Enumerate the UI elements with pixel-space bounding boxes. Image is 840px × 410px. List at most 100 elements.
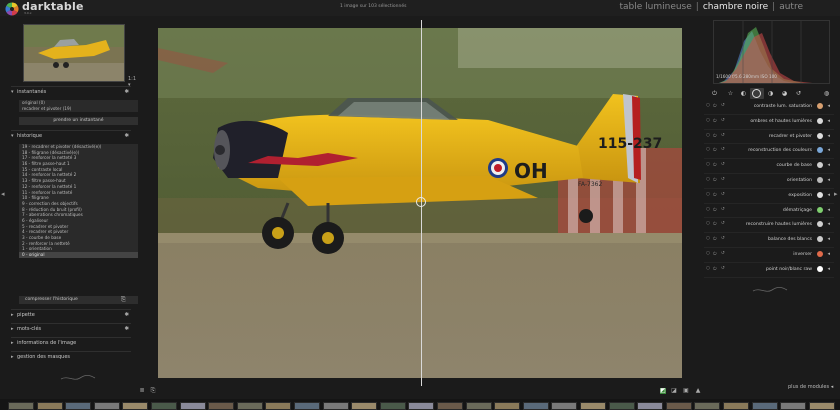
filmstrip-thumbnail[interactable] [379,402,406,410]
module-row[interactable]: ○ ⏻ ↺ exposition ◂ [704,189,834,204]
image-info-header[interactable]: ▸ informations de l'image [11,340,131,349]
module-power-icon[interactable]: ⏻ [713,162,717,168]
gamut-check-icon[interactable]: ◪ [671,388,677,394]
filmstrip-thumbnail[interactable] [294,402,320,410]
module-row[interactable]: ○ ⏻ ↺ recadrer et pivoter ◂ [704,130,834,145]
filmstrip-thumbnail[interactable] [36,402,63,410]
filmstrip-thumbnail[interactable] [236,402,263,410]
styles-icon[interactable]: ⎘ [150,388,156,394]
color-group-icon[interactable]: ◑ [766,89,775,98]
module-instance-icon[interactable]: ○ [706,118,710,123]
module-instance-icon[interactable]: ○ [706,236,710,241]
filmstrip-thumbnail[interactable] [665,402,692,410]
module-reset-icon[interactable]: ↺ [721,133,725,138]
filmstrip-thumbnail[interactable] [522,402,549,410]
filmstrip-thumbnail[interactable] [151,402,177,410]
module-reset-icon[interactable]: ↺ [721,207,725,212]
filmstrip-thumbnail[interactable] [637,402,664,410]
module-row[interactable]: ○ ⏻ ↺ dématriçage ◂ [704,204,834,219]
history-header[interactable]: ▾ historique ✱ [11,133,131,142]
tone-group-icon[interactable] [752,89,761,98]
collapse-right-panel-icon[interactable]: ▸ [834,190,838,198]
tagging-reset-icon[interactable]: ✱ [124,326,129,332]
module-power-icon[interactable]: ⏻ [713,207,717,213]
filmstrip[interactable] [0,399,840,410]
tagging-header[interactable]: ▸ mots-clés ✱ [11,326,131,335]
module-expand-icon[interactable]: ◂ [827,177,830,183]
module-power-icon[interactable]: ⏻ [713,251,717,257]
collapse-left-panel-icon[interactable]: ◂ [1,190,5,198]
soft-proof-icon[interactable]: ◩ [660,388,666,394]
module-row[interactable]: ○ ⏻ ↺ inverser ◂ [704,248,834,263]
module-reset-icon[interactable]: ↺ [721,192,725,197]
module-expand-icon[interactable]: ◂ [827,207,830,213]
take-snapshot-button[interactable]: prendre un instantané [19,117,138,125]
history-item[interactable]: 0 - original [19,252,138,258]
module-expand-icon[interactable]: ◂ [827,133,830,139]
module-expand-icon[interactable]: ◂ [827,266,830,272]
history-reset-icon[interactable]: ✱ [124,133,129,139]
filmstrip-thumbnail[interactable] [93,402,120,410]
module-instance-icon[interactable]: ○ [706,177,710,182]
filmstrip-thumbnail[interactable] [122,402,149,410]
filmstrip-thumbnail[interactable] [808,402,835,410]
module-expand-icon[interactable]: ◂ [827,192,830,198]
module-power-icon[interactable]: ⏻ [713,147,717,153]
module-reset-icon[interactable]: ↺ [721,162,725,167]
base-group-icon[interactable]: ◐ [739,89,748,98]
module-expand-icon[interactable]: ◂ [827,236,830,242]
create-style-icon[interactable]: ⎘ [121,296,129,304]
snapshot-item[interactable]: recadrer et pivoter (19) [19,106,138,112]
module-instance-icon[interactable]: ○ [706,251,710,256]
quick-access-icon[interactable]: ≣ [139,388,145,394]
filmstrip-thumbnail[interactable] [608,402,635,410]
filmstrip-thumbnail[interactable] [322,402,349,410]
module-power-icon[interactable]: ⏻ [713,192,717,198]
module-row[interactable]: ○ ⏻ ↺ contraste lum. saturation ◂ [704,100,834,115]
module-expand-icon[interactable]: ◂ [827,162,830,168]
module-expand-icon[interactable]: ◂ [827,221,830,227]
favorites-group-icon[interactable]: ☆ [726,89,735,98]
module-reset-icon[interactable]: ↺ [721,251,725,256]
filmstrip-thumbnail[interactable] [751,402,778,410]
module-reset-icon[interactable]: ↺ [721,221,725,226]
module-instance-icon[interactable]: ○ [706,103,710,108]
filmstrip-thumbnail[interactable] [465,402,492,410]
module-reset-icon[interactable]: ↺ [721,147,725,152]
module-row[interactable]: ○ ⏻ ↺ ombres et hautes lumières ◂ [704,115,834,130]
navigation-thumbnail[interactable] [23,24,125,82]
module-power-icon[interactable]: ⏻ [713,266,717,272]
snapshots-reset-icon[interactable]: ✱ [124,89,129,95]
module-power-icon[interactable]: ⏻ [713,103,717,109]
filmstrip-thumbnail[interactable] [351,402,378,410]
module-power-icon[interactable]: ⏻ [713,236,717,242]
module-row[interactable]: ○ ⏻ ↺ balance des blancs ◂ [704,233,834,248]
color-picker-header[interactable]: ▸ pipette ✱ [11,312,131,321]
module-instance-icon[interactable]: ○ [706,266,710,271]
filmstrip-thumbnail[interactable] [694,402,721,410]
overexposed-warning-icon[interactable]: ▲ [695,388,701,394]
module-expand-icon[interactable]: ◂ [827,251,830,257]
power-group-icon[interactable]: ⏻ [710,89,719,98]
module-instance-icon[interactable]: ○ [706,133,710,138]
module-instance-icon[interactable]: ○ [706,162,710,167]
color-picker-reset-icon[interactable]: ✱ [124,312,129,318]
filmstrip-thumbnail[interactable] [8,402,34,410]
filmstrip-thumbnail[interactable] [208,402,235,410]
filmstrip-thumbnail[interactable] [494,402,521,410]
effect-group-icon[interactable]: ↺ [794,89,803,98]
module-expand-icon[interactable]: ◂ [827,118,830,124]
module-expand-icon[interactable]: ◂ [827,103,830,109]
filmstrip-thumbnail[interactable] [179,402,206,410]
module-power-icon[interactable]: ⏻ [713,177,717,183]
module-reset-icon[interactable]: ↺ [721,177,725,182]
module-power-icon[interactable]: ⏻ [713,133,717,139]
module-row[interactable]: ○ ⏻ ↺ reconstruction des couleurs ◂ [704,144,834,160]
module-row[interactable]: ○ ⏻ ↺ point noir/blanc raw ◂ [704,263,834,278]
snapshots-header[interactable]: ▾ instantanés ✱ [11,89,131,98]
module-instance-icon[interactable]: ○ [706,207,710,212]
view-darkroom[interactable]: chambre noire [703,2,768,12]
module-reset-icon[interactable]: ↺ [721,236,725,241]
filmstrip-thumbnail[interactable] [780,402,807,410]
module-row[interactable]: ○ ⏻ ↺ courbe de base ◂ [704,159,834,174]
